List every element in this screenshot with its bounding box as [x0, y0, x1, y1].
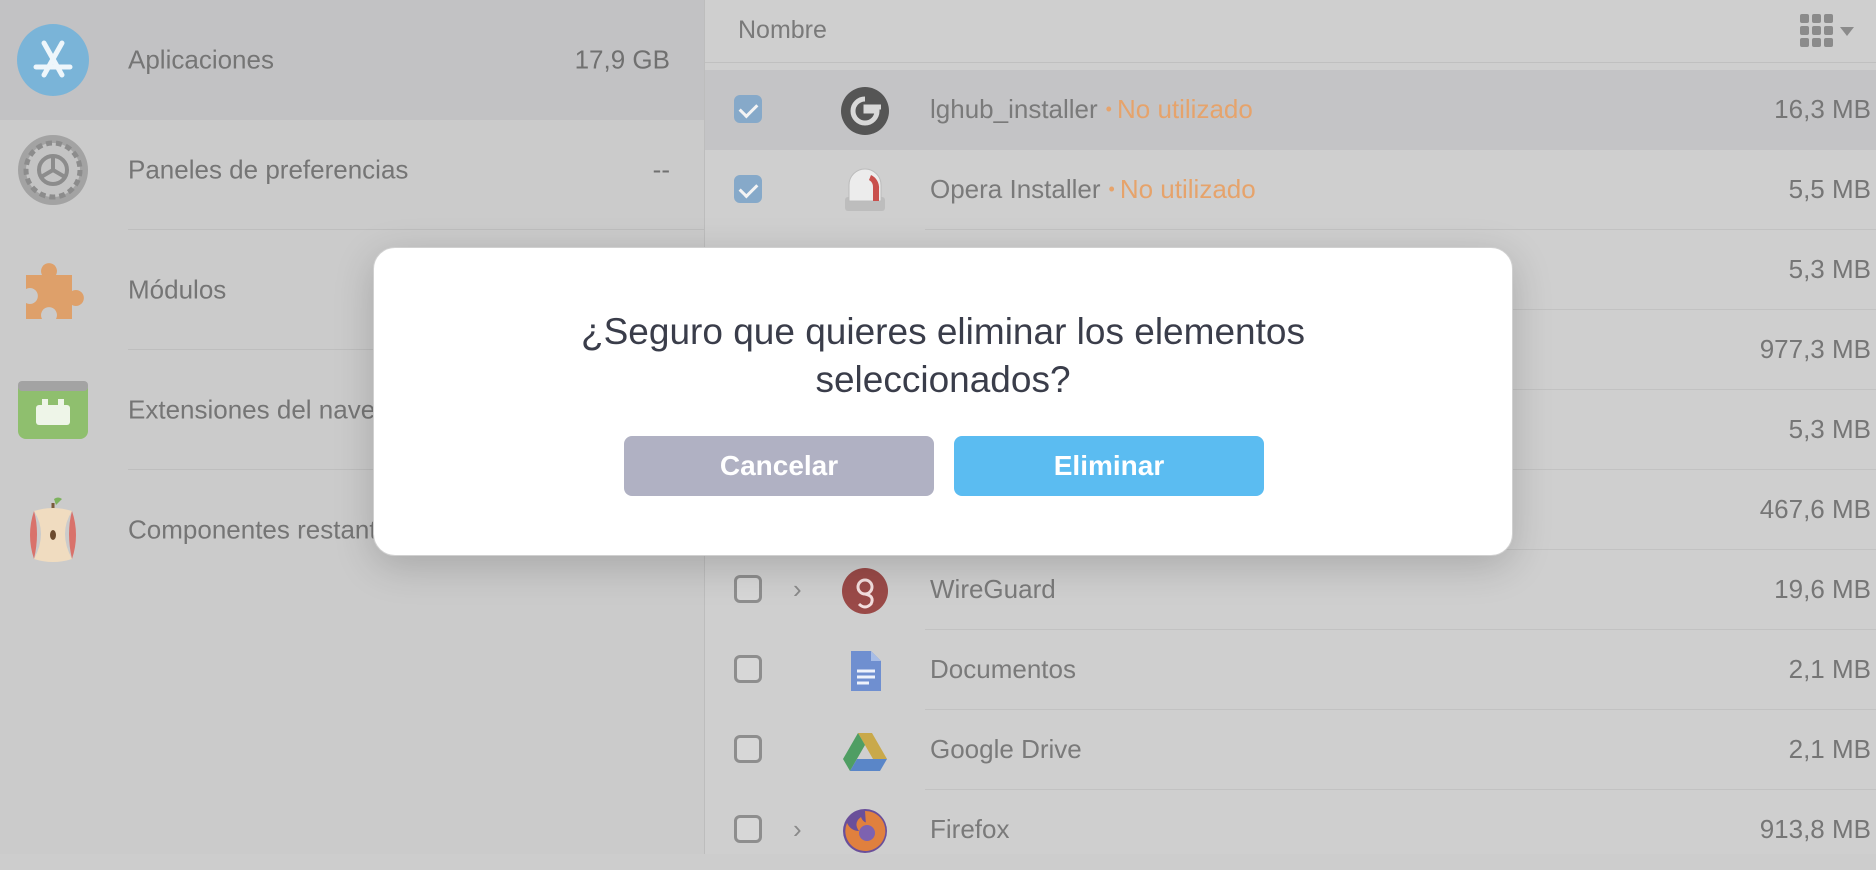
item-checkbox[interactable] — [734, 735, 762, 763]
cancel-button[interactable]: Cancelar — [624, 436, 934, 496]
unused-badge: No utilizado — [1106, 94, 1253, 124]
item-checkbox[interactable] — [734, 575, 762, 603]
item-checkbox[interactable] — [734, 175, 762, 203]
column-header-name[interactable]: Nombre — [738, 16, 827, 45]
item-size: 977,3 MB — [1759, 334, 1871, 364]
unused-badge: No utilizado — [1109, 174, 1256, 204]
item-checkbox[interactable] — [734, 815, 762, 843]
grid-view-icon — [1800, 14, 1834, 48]
sidebar-item-label: Componentes restantes — [128, 514, 405, 545]
sidebar-item-label: Paneles de preferencias — [128, 154, 409, 185]
puzzle-icon — [26, 263, 84, 319]
browser-extension-icon — [18, 381, 88, 439]
list-item[interactable]: › WireGuard 19,6 MB — [705, 550, 1876, 630]
item-size: 16,3 MB — [1774, 94, 1871, 124]
wireguard-icon — [842, 568, 888, 614]
list-item[interactable]: › Firefox 913,8 MB — [705, 790, 1876, 870]
list-item[interactable]: Google Drive 2,1 MB — [705, 710, 1876, 790]
app-store-icon — [17, 24, 89, 96]
item-name: WireGuard — [930, 574, 1056, 604]
delete-button[interactable]: Eliminar — [954, 436, 1264, 496]
firefox-icon — [843, 809, 887, 853]
sidebar-item-size: -- — [652, 154, 670, 185]
view-mode-toggle[interactable] — [1800, 14, 1860, 48]
item-name-text: Opera Installer — [930, 174, 1101, 204]
item-name-text: lghub_installer — [930, 94, 1098, 124]
item-size: 5,5 MB — [1788, 174, 1871, 204]
google-drive-icon — [843, 733, 887, 771]
confirm-delete-dialog: ¿Seguro que quieres eliminar los element… — [373, 247, 1513, 556]
item-size: 467,6 MB — [1759, 494, 1871, 524]
item-name: Firefox — [930, 814, 1010, 844]
item-name: lghub_installer No utilizado — [930, 94, 1253, 125]
item-checkbox[interactable] — [734, 95, 762, 123]
list-item[interactable]: Opera Installer No utilizado 5,5 MB — [705, 150, 1876, 230]
opera-installer-icon — [845, 168, 885, 211]
item-checkbox[interactable] — [734, 655, 762, 683]
sidebar-item-label: Aplicaciones — [128, 44, 274, 75]
item-size: 5,3 MB — [1788, 414, 1871, 444]
sidebar-item-label: Módulos — [128, 274, 227, 305]
list-header: Nombre — [705, 0, 1876, 63]
chevron-down-icon — [1840, 26, 1854, 36]
chevron-right-icon[interactable]: › — [793, 574, 802, 605]
sidebar-item-aplicaciones[interactable]: Aplicaciones 17,9 GB — [0, 0, 704, 120]
item-size: 19,6 MB — [1774, 574, 1871, 604]
item-name: Opera Installer No utilizado — [930, 174, 1256, 205]
item-size: 2,1 MB — [1788, 734, 1871, 764]
gear-icon — [18, 135, 88, 205]
apple-core-icon — [30, 497, 76, 562]
sidebar-item-paneles[interactable]: Paneles de preferencias -- — [0, 110, 704, 230]
logitech-g-icon — [841, 87, 889, 135]
list-item[interactable]: lghub_installer No utilizado 16,3 MB — [705, 70, 1876, 150]
sidebar-item-size: 17,9 GB — [574, 44, 670, 75]
item-name: Google Drive — [930, 734, 1082, 764]
item-size: 913,8 MB — [1759, 814, 1871, 844]
chevron-right-icon[interactable]: › — [793, 814, 802, 845]
dialog-message: ¿Seguro que quieres eliminar los element… — [581, 311, 1305, 400]
item-name: Documentos — [930, 654, 1076, 684]
google-docs-icon — [851, 651, 881, 691]
list-item[interactable]: Documentos 2,1 MB — [705, 630, 1876, 710]
item-size: 5,3 MB — [1788, 254, 1871, 284]
item-size: 2,1 MB — [1788, 654, 1871, 684]
